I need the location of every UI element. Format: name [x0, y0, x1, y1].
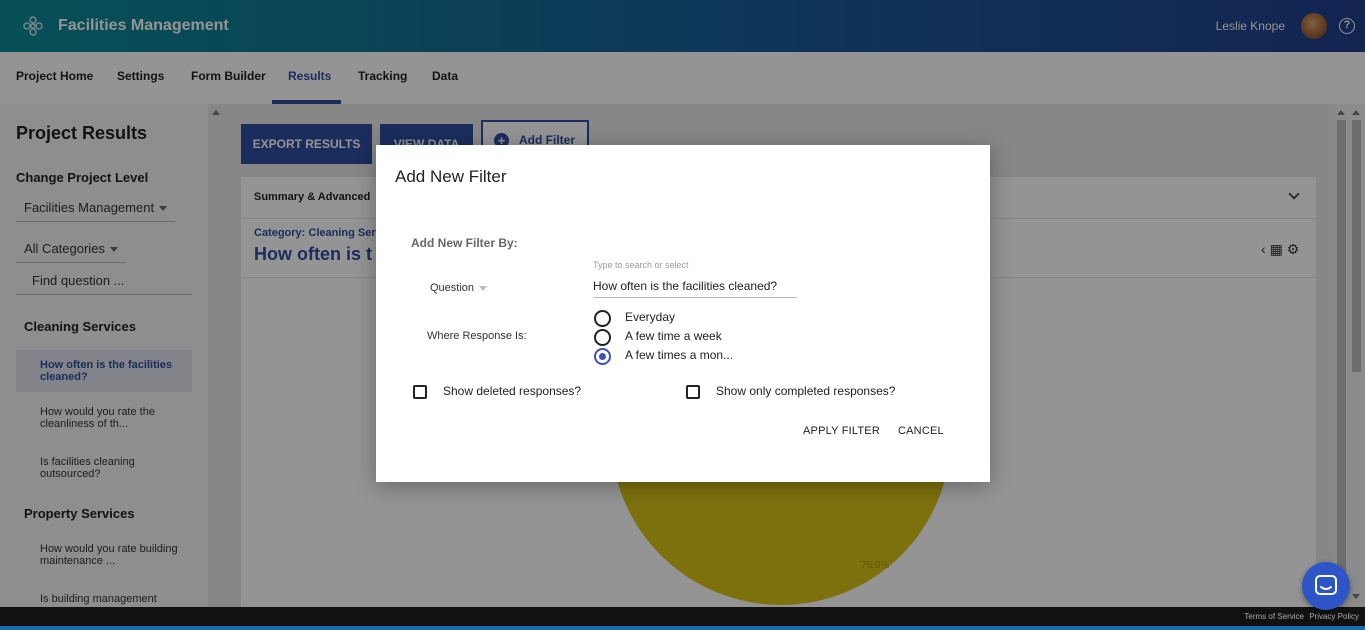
filter-by-label: Add New Filter By: [411, 236, 518, 250]
chat-launcher-button[interactable] [1302, 562, 1350, 610]
question-search-input[interactable]: How often is the facilities cleaned? [593, 279, 797, 298]
apply-filter-button[interactable]: APPLY FILTER [803, 425, 880, 437]
chevron-down-icon [479, 285, 488, 291]
show-completed-checkbox[interactable] [686, 385, 700, 399]
add-filter-dialog: Add New Filter Add New Filter By: Questi… [376, 145, 990, 482]
footer-links: Terms of Service Privacy Policy [1241, 612, 1359, 621]
checkbox-label: Show only completed responses? [716, 384, 896, 398]
question-search-hint: Type to search or select [593, 260, 689, 270]
radio-button[interactable] [594, 329, 611, 346]
radio-button[interactable] [594, 348, 611, 365]
radio-button[interactable] [594, 310, 611, 327]
radio-label: A few time a week [625, 329, 722, 343]
radio-label: A few times a mon... [625, 348, 734, 362]
terms-link[interactable]: Terms of Service [1244, 612, 1304, 621]
filter-type-select[interactable]: Question [430, 282, 488, 294]
taskbar-strip [0, 626, 1365, 630]
privacy-link[interactable]: Privacy Policy [1309, 612, 1359, 621]
where-response-label: Where Response Is: [427, 330, 527, 342]
dialog-title: Add New Filter [395, 167, 507, 186]
radio-label: Everyday [625, 310, 676, 324]
cancel-button[interactable]: CANCEL [898, 425, 944, 437]
show-deleted-checkbox[interactable] [413, 385, 427, 399]
checkbox-label: Show deleted responses? [443, 384, 582, 398]
filter-type-value: Question [430, 282, 475, 294]
chat-icon [1315, 575, 1337, 595]
